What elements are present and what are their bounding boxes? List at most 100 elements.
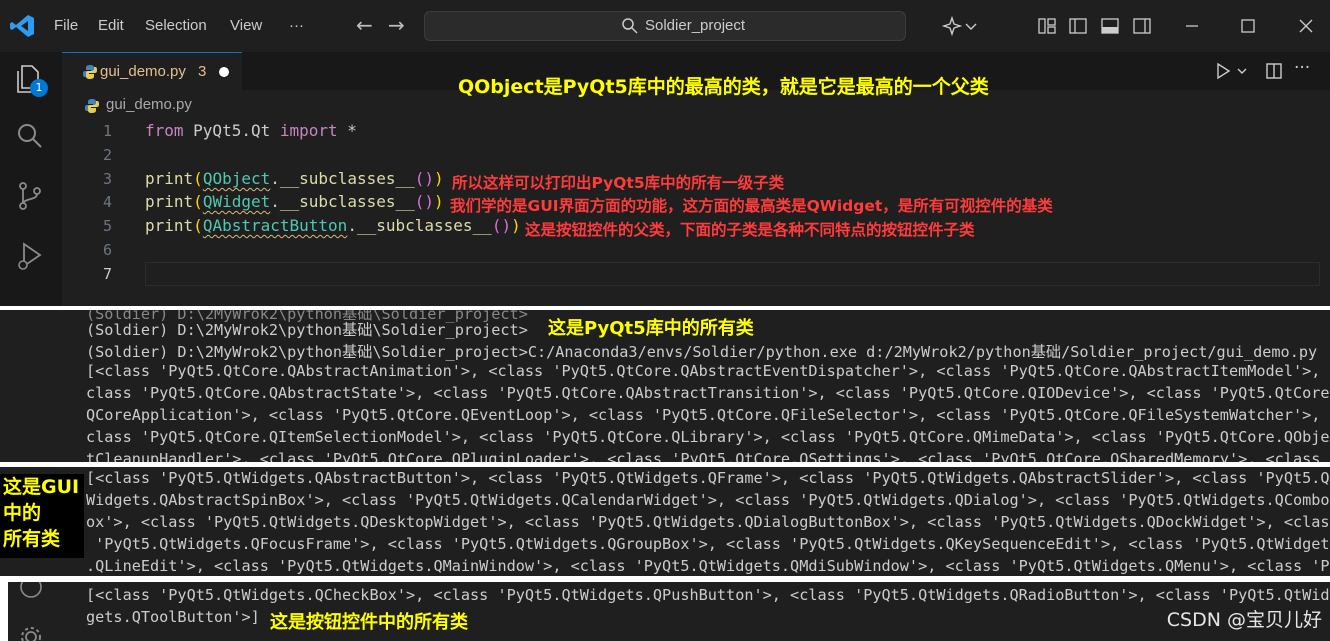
account-icon[interactable] <box>18 582 44 600</box>
code-token: ) <box>511 216 521 235</box>
code-line-4[interactable]: print(QWidget.__subclasses__()) <box>145 192 444 211</box>
tab-gui-demo[interactable]: gui_demo.py 3 <box>62 52 242 90</box>
code-token: __subclasses__ <box>356 216 492 235</box>
menu-file[interactable]: File <box>54 17 78 34</box>
watermark: CSDN @宝贝儿好 <box>1166 609 1322 631</box>
editor-area: 1 gui_demo.py 3 ··· gui_demo.py 1 2 3 4 … <box>0 52 1330 306</box>
run-icon[interactable] <box>1214 62 1232 80</box>
annotation-gui-all: 这是GUI 中的 所有类 <box>0 474 84 558</box>
annotation-buttons-all: 这是按钮控件中的所有类 <box>270 612 468 633</box>
line-number: 4 <box>102 193 112 211</box>
back-arrow-icon[interactable]: ← <box>356 13 373 37</box>
code-token: import <box>279 121 338 140</box>
breadcrumb[interactable]: gui_demo.py <box>106 96 192 113</box>
chevron-down-icon[interactable] <box>964 16 978 36</box>
line-number: 5 <box>102 217 112 235</box>
terminal-output-button-classes[interactable]: [<class 'PyQt5.QtWidgets.QCheckBox'>, <c… <box>8 582 1330 641</box>
line-number: 2 <box>102 146 112 164</box>
copilot-icon[interactable] <box>942 16 962 36</box>
menu-more[interactable]: ··· <box>289 17 304 34</box>
code-token: from <box>145 121 184 140</box>
terminal-output-widget-classes[interactable]: [<class 'PyQt5.QtWidgets.QAbstractButton… <box>0 467 1330 576</box>
line-number: 1 <box>102 122 112 140</box>
annotation-header: QObject是PyQt5库中的最高的类，就是它是最高的一个父类 <box>458 76 989 98</box>
terminal-line: class 'PyQt5.QtCore.QItemSelectionModel'… <box>86 428 1330 446</box>
terminal-line: QCoreApplication'>, <class 'PyQt5.QtCore… <box>86 406 1330 424</box>
annotation-gui-all-line: 这是GUI <box>3 476 80 498</box>
code-token: ( <box>193 192 203 211</box>
code-token: print <box>145 169 194 188</box>
code-token: () <box>414 169 435 188</box>
split-editor-icon[interactable] <box>1265 62 1283 80</box>
code-token: __subclasses__ <box>279 169 415 188</box>
search-icon[interactable] <box>14 120 46 152</box>
gear-icon[interactable] <box>18 624 44 641</box>
code-token: QObject <box>202 169 271 188</box>
terminal-line: Widgets.QAbstractSpinBox'>, <class 'PyQt… <box>86 491 1330 509</box>
code-line-3[interactable]: print(QObject.__subclasses__()) <box>145 169 444 188</box>
code-token: . <box>270 169 280 188</box>
forward-arrow-icon[interactable]: → <box>388 13 405 37</box>
maximize-icon[interactable] <box>1238 16 1258 36</box>
terminal-line: ox'>, <class 'PyQt5.QtWidgets.QDesktopWi… <box>86 513 1330 531</box>
command-center[interactable]: Soldier_project <box>424 11 906 41</box>
annotation-line-3: 所以这样可以打印出PyQt5库中的所有一级子类 <box>452 174 785 192</box>
annotation-gui-all-line: 中的 <box>3 502 42 524</box>
code-token: __subclasses__ <box>279 192 415 211</box>
unsaved-dot-icon[interactable] <box>219 67 229 77</box>
code-token: ) <box>434 169 444 188</box>
source-control-icon[interactable] <box>14 180 46 212</box>
line-number: 6 <box>102 241 112 259</box>
search-icon <box>622 18 638 34</box>
terminal-line: [<class 'PyQt5.QtCore.QAbstractAnimation… <box>86 362 1330 380</box>
minimize-icon[interactable] <box>1182 16 1202 36</box>
more-actions-icon[interactable]: ··· <box>1294 58 1312 78</box>
terminal-line: [<class 'PyQt5.QtWidgets.QAbstractButton… <box>86 469 1330 487</box>
line-number: 3 <box>102 170 112 188</box>
toggle-panel-icon[interactable] <box>1100 16 1120 36</box>
terminal-line: .QLineEdit'>, <class 'PyQt5.QtWidgets.QM… <box>86 557 1330 575</box>
menu-view[interactable]: View <box>230 17 262 34</box>
toggle-sidebar-icon[interactable] <box>1068 16 1088 36</box>
menu-selection[interactable]: Selection <box>145 17 207 34</box>
code-line-1[interactable]: from PyQt5.Qt import * <box>145 121 357 140</box>
run-options-chevron-icon[interactable] <box>1236 62 1248 80</box>
terminal-line: [<class 'PyQt5.QtWidgets.QCheckBox'>, <c… <box>86 586 1330 604</box>
terminal-line: 'PyQt5.QtWidgets.QFocusFrame'>, <class '… <box>86 535 1330 553</box>
code-token: PyQt5.Qt <box>183 121 280 140</box>
explorer-badge: 1 <box>30 79 48 97</box>
terminal-line: class 'PyQt5.QtCore.QAbstractState'>, <c… <box>86 384 1330 402</box>
code-token: print <box>145 216 194 235</box>
code-token: . <box>347 216 357 235</box>
run-debug-icon[interactable] <box>14 240 46 272</box>
title-bar: File Edit Selection View ··· ← → Soldier… <box>0 0 1330 52</box>
annotation-line-5: 这是按钮控件的父类，下面的子类是各种不同特点的按钮控件子类 <box>525 221 975 239</box>
annotation-gui-all-line: 所有类 <box>3 528 61 550</box>
terminal-output-all-classes[interactable]: (Soldier) D:\2MyWrok2\python基础\Soldier_p… <box>0 310 1330 462</box>
terminal-line: (Soldier) D:\2MyWrok2\python基础\Soldier_p… <box>86 343 1318 361</box>
terminal-line: gets.QToolButton'>] <box>86 608 260 626</box>
menu-edit[interactable]: Edit <box>98 17 124 34</box>
command-center-text: Soldier_project <box>645 17 746 34</box>
annotation-line-4: 我们学的是GUI界面方面的功能，这方面的最高类是QWidget，是所有可视控件的… <box>450 197 1053 215</box>
toggle-secondary-sidebar-icon[interactable] <box>1132 16 1152 36</box>
terminal-line: tCleanupHandler'>, <class 'PyQt5.QtCore.… <box>86 450 1330 462</box>
tab-label: gui_demo.py <box>100 63 186 80</box>
code-token: * <box>337 121 357 140</box>
current-line-highlight <box>145 262 1320 286</box>
activity-bar: 1 <box>0 52 62 306</box>
code-token: print <box>145 192 194 211</box>
code-token: . <box>270 192 280 211</box>
close-icon[interactable] <box>1296 16 1316 36</box>
annotation-all-pyqt5: 这是PyQt5库中的所有类 <box>548 318 754 339</box>
code-line-5[interactable]: print(QAbstractButton.__subclasses__()) <box>145 216 521 235</box>
code-token: () <box>491 216 512 235</box>
python-file-icon <box>83 65 97 79</box>
vscode-logo-icon <box>10 15 34 37</box>
customize-layout-icon[interactable] <box>1037 16 1057 36</box>
code-token: QWidget <box>202 192 271 211</box>
code-token: QAbstractButton <box>202 216 348 235</box>
code-token: ) <box>434 192 444 211</box>
code-token: ( <box>193 169 203 188</box>
code-token: () <box>414 192 435 211</box>
